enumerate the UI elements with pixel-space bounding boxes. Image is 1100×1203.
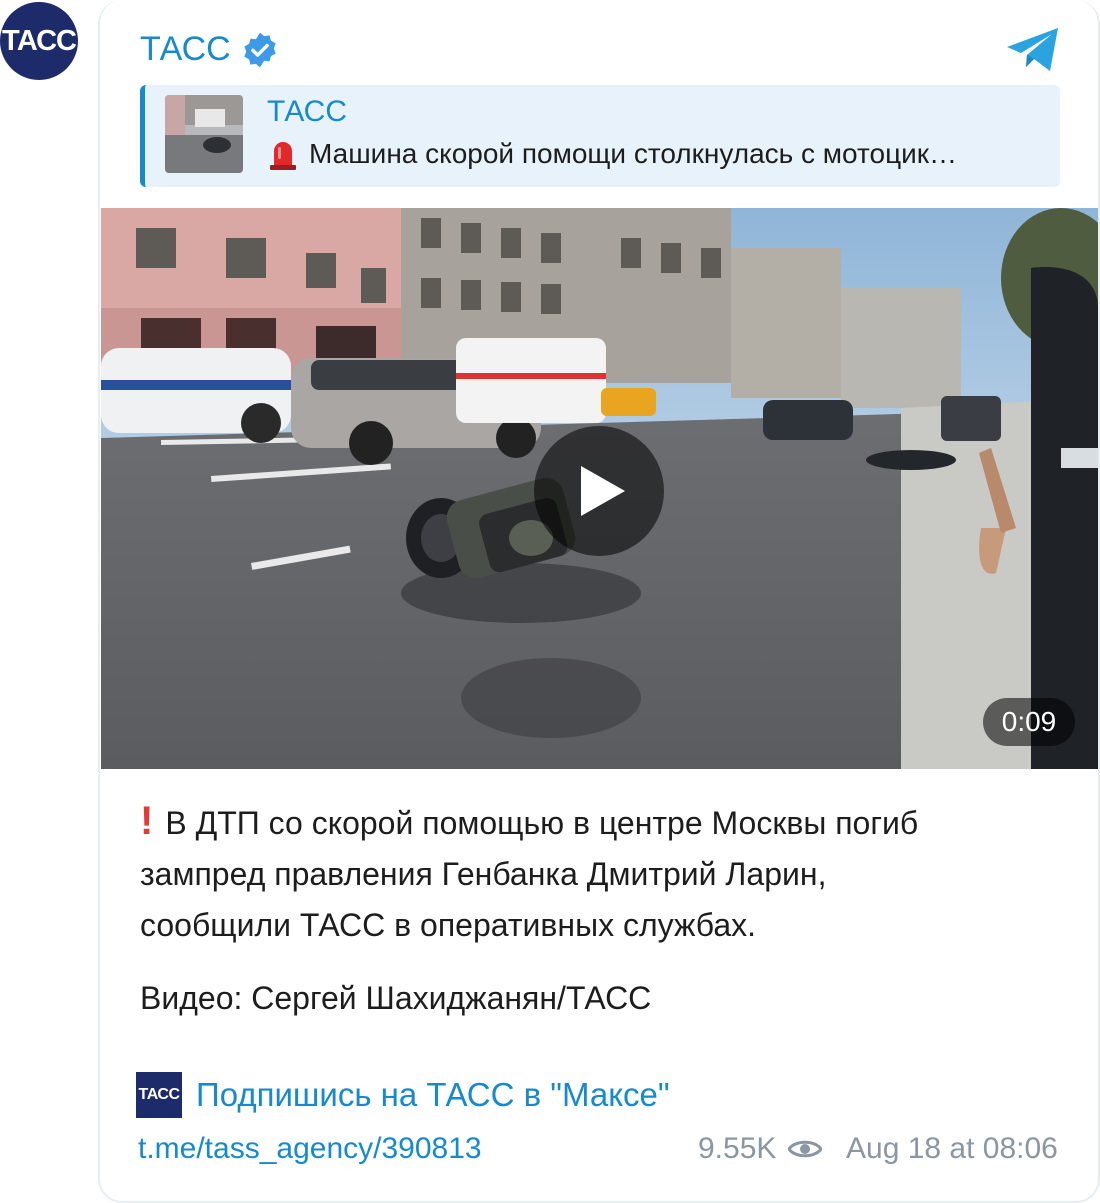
siren-icon [270, 142, 296, 170]
reply-text: Машина скорой помощи столкнулась с мотоц… [309, 138, 958, 169]
promo-logo-text: ТАСС [138, 1086, 180, 1103]
reply-text-row: Машина скорой помощи столкнулась с мотоц… [267, 137, 1047, 171]
promo-link[interactable]: ТАСС Подпишись на ТАСС в "Максе" [136, 1072, 670, 1118]
video-credit: Видео: Сергей Шахиджанян/ТАСС [140, 980, 652, 1016]
video-player[interactable]: 0:09 [101, 208, 1098, 769]
avatar-text: ТАСС [2, 24, 77, 57]
play-icon [581, 466, 625, 516]
post-body: ! В ДТП со скорой помощью в центре Москвы… [140, 796, 1060, 951]
video-duration: 0:09 [983, 698, 1075, 746]
play-button[interactable] [534, 426, 664, 556]
eye-icon [788, 1140, 823, 1158]
view-count: 9.55K [698, 1132, 823, 1166]
telegram-logo-icon[interactable] [1004, 26, 1062, 74]
reply-title: ТАСС [267, 95, 348, 128]
post-timestamp: Aug 18 at 08:06 [846, 1132, 1058, 1165]
verified-badge-icon [244, 32, 276, 67]
tass-logo-icon: ТАСС [136, 1072, 182, 1118]
reply-thumbnail [165, 95, 243, 173]
channel-avatar[interactable]: ТАСС [0, 2, 78, 80]
promo-text[interactable]: Подпишись на ТАСС в "Максе" [196, 1076, 670, 1114]
channel-name[interactable]: ТАСС [140, 30, 231, 69]
reply-preview[interactable]: ТАСС Машина скорой помощи столкнулась с … [140, 85, 1060, 187]
view-count-text: 9.55K [698, 1132, 777, 1165]
channel-header[interactable]: ТАСС [140, 30, 279, 69]
post-body-text: В ДТП со скорой помощью в центре Москвы … [140, 805, 919, 943]
post-link[interactable]: t.me/tass_agency/390813 [138, 1132, 482, 1166]
exclamation-icon: ! [140, 799, 154, 843]
